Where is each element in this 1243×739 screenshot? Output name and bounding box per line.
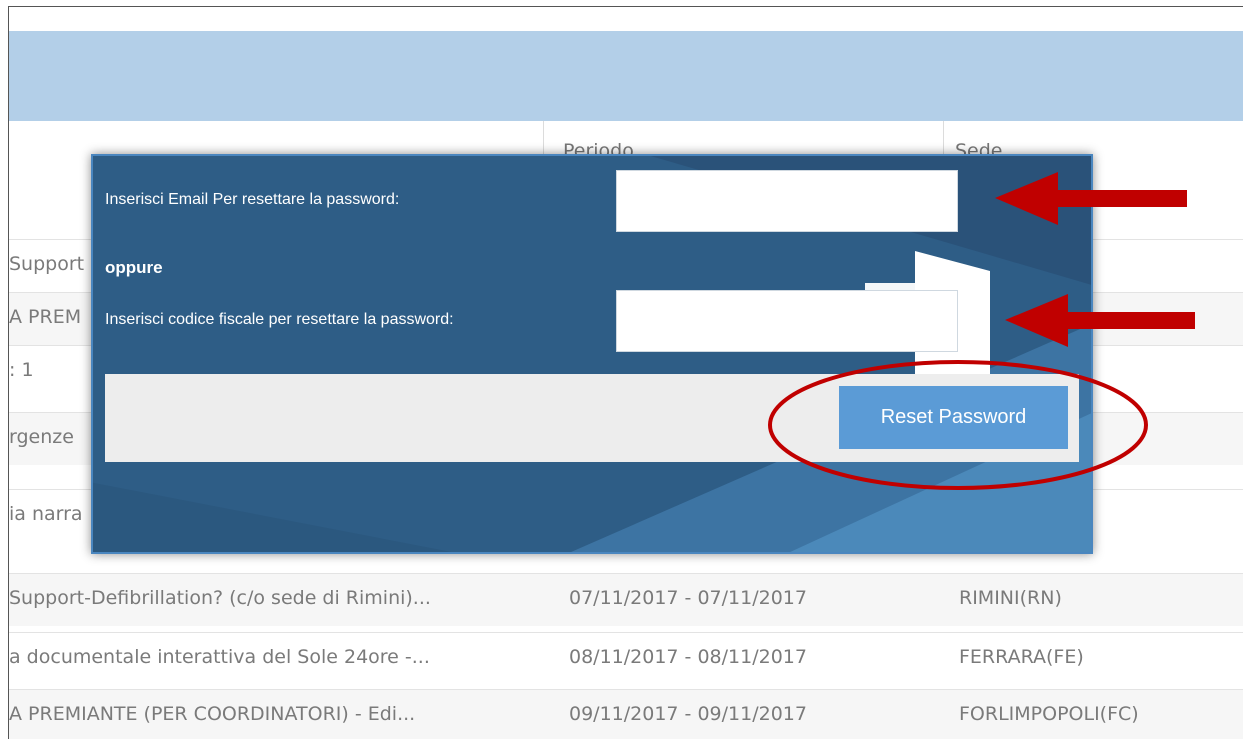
row-title: a documentale interattiva del Sole 24ore… bbox=[9, 646, 430, 668]
table-row[interactable]: A PREMIANTE (PER COORDINATORI) - Edi... … bbox=[9, 689, 1243, 739]
row-period: 09/11/2017 - 09/11/2017 bbox=[569, 703, 807, 725]
email-label: Inserisci Email Per resettare la passwor… bbox=[105, 191, 400, 208]
fiscal-code-label: Inserisci codice fiscale per resettare l… bbox=[105, 311, 454, 328]
frame-top-line bbox=[8, 6, 1243, 7]
row-location: FORLIMPOPOLI(FC) bbox=[959, 703, 1139, 725]
email-input[interactable] bbox=[616, 170, 958, 232]
reset-password-button[interactable]: Reset Password bbox=[839, 386, 1068, 449]
row-period: 08/11/2017 - 08/11/2017 bbox=[569, 646, 807, 668]
row-location: FERRARA(FE) bbox=[959, 646, 1084, 668]
page-header-band bbox=[9, 31, 1243, 121]
row-title: Support-Defibrillation? (c/o sede di Rim… bbox=[9, 587, 431, 609]
table-row[interactable]: Support-Defibrillation? (c/o sede di Rim… bbox=[9, 573, 1243, 626]
row-location: RIMINI(RN) bbox=[959, 587, 1062, 609]
reset-password-dialog: Inserisci Email Per resettare la passwor… bbox=[91, 154, 1093, 554]
table-row[interactable]: a documentale interattiva del Sole 24ore… bbox=[9, 632, 1243, 685]
row-title: A PREMIANTE (PER COORDINATORI) - Edi... bbox=[9, 703, 416, 725]
or-label: oppure bbox=[105, 258, 163, 277]
fiscal-code-input[interactable] bbox=[616, 290, 958, 352]
row-period: 07/11/2017 - 07/11/2017 bbox=[569, 587, 807, 609]
